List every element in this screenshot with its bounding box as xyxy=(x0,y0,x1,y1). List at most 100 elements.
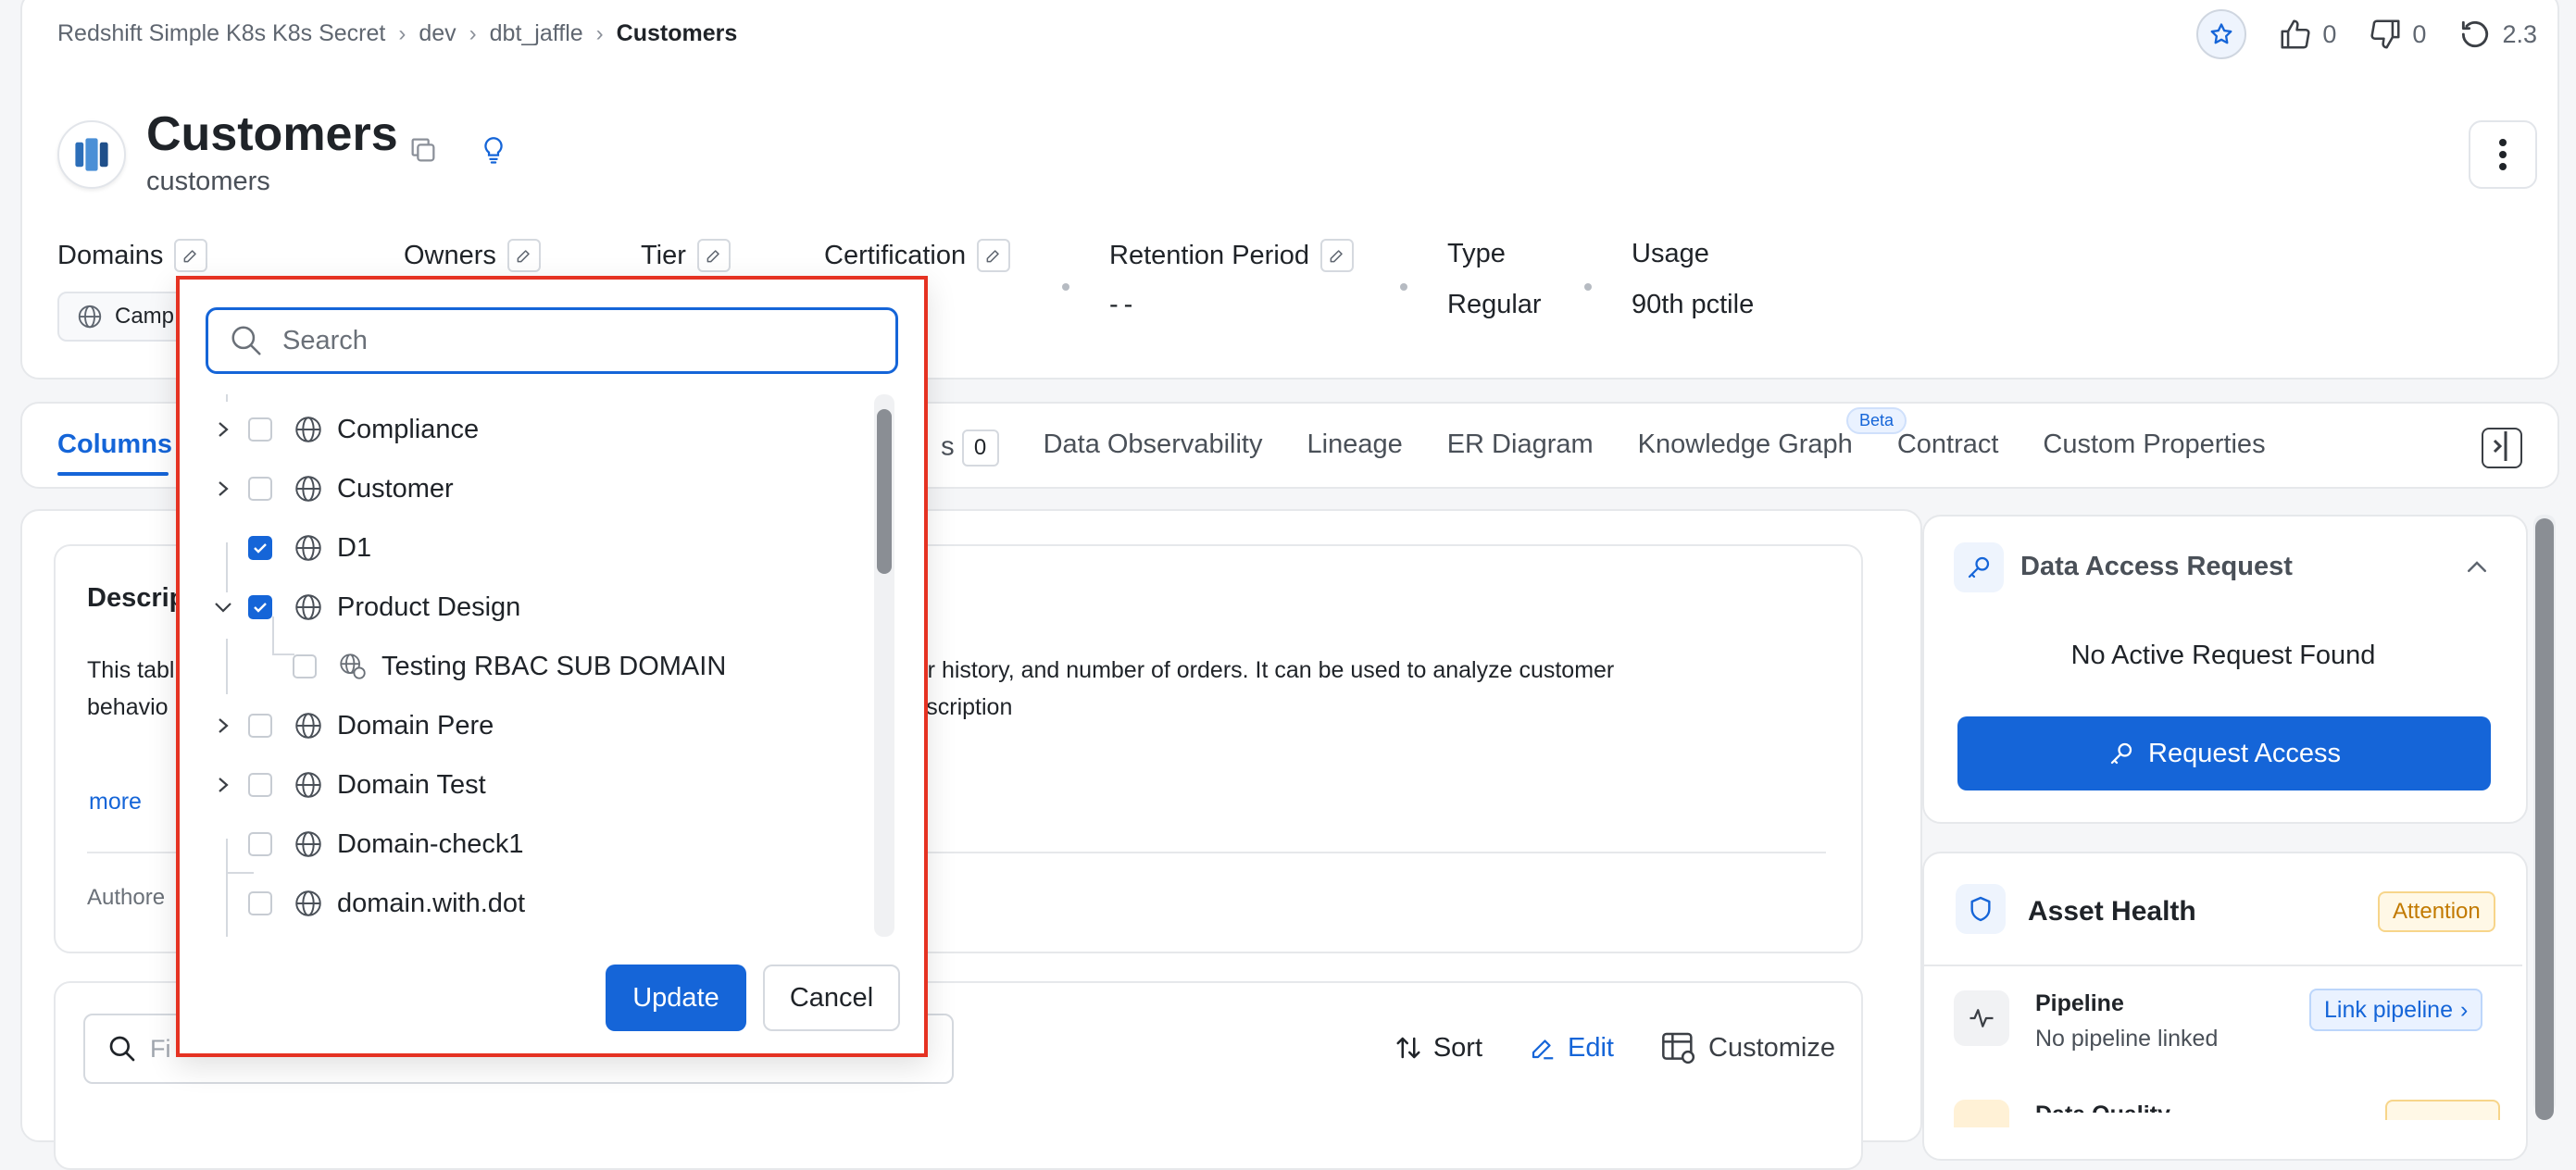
domain-option-testing-rbac-sub-domain[interactable]: Testing RBAC SUB DOMAIN xyxy=(293,641,726,692)
page-scrollbar-thumb[interactable] xyxy=(2535,518,2554,1120)
lightbulb-icon[interactable] xyxy=(478,134,509,166)
domain-option-d1[interactable]: D1 xyxy=(211,522,371,574)
tab-er-diagram[interactable]: ER Diagram xyxy=(1447,429,1594,467)
domain-search-field[interactable] xyxy=(206,307,898,374)
active-tab-indicator xyxy=(57,472,169,476)
domain-checkbox[interactable] xyxy=(248,477,272,501)
description-more-link[interactable]: more xyxy=(89,789,142,815)
domain-option-product-design[interactable]: Product Design xyxy=(211,581,520,633)
tab-data-observability[interactable]: Data Observability xyxy=(1044,429,1263,467)
globe-icon xyxy=(295,417,321,442)
tab-hidden[interactable]: s0 xyxy=(941,429,999,467)
tab-knowledge-graph[interactable]: Knowledge Graph xyxy=(1638,429,1853,467)
domain-option-label: Product Design xyxy=(337,591,521,622)
domain-chip[interactable]: Camp xyxy=(57,292,194,342)
globe-icon xyxy=(295,476,321,502)
chevron-right-icon[interactable] xyxy=(211,775,235,795)
copy-icon[interactable] xyxy=(407,134,439,166)
link-pipeline-label: Link pipeline xyxy=(2324,996,2453,1023)
version-button[interactable]: 2.3 xyxy=(2457,17,2537,52)
type-value: Regular xyxy=(1447,290,1542,319)
follow-button[interactable] xyxy=(2196,9,2247,59)
breadcrumb: Redshift Simple K8s K8s Secret › dev › d… xyxy=(57,20,737,47)
globe-icon xyxy=(295,831,321,857)
domain-chip-label: Camp xyxy=(115,304,175,329)
edit-owners-button[interactable] xyxy=(506,239,541,272)
version-number: 2.3 xyxy=(2502,19,2537,48)
domain-checkbox[interactable] xyxy=(248,714,272,738)
chevron-right-icon[interactable] xyxy=(211,716,235,736)
chevron-right-icon[interactable] xyxy=(211,419,235,440)
tab-columns[interactable]: Columns xyxy=(57,429,172,467)
no-request-message: No Active Request Found xyxy=(2070,641,2376,670)
like-button[interactable]: 0 xyxy=(2278,17,2336,52)
link-pipeline-button[interactable]: Link pipeline › xyxy=(2309,989,2483,1031)
breadcrumb-schema[interactable]: dbt_jaffle xyxy=(490,20,583,47)
domain-checkbox[interactable] xyxy=(248,832,272,856)
chevron-down-icon[interactable] xyxy=(211,599,235,616)
tree-guide xyxy=(226,394,228,402)
breadcrumb-service[interactable]: Redshift Simple K8s K8s Secret xyxy=(57,20,385,47)
table-actions: Sort Edit Customize xyxy=(1394,1029,1835,1066)
asset-health-title: Asset Health xyxy=(2028,896,2196,927)
meta-separator xyxy=(1584,283,1592,291)
pencil-icon xyxy=(1330,250,1343,263)
sort-label: Sort xyxy=(1432,1032,1483,1063)
dropdown-scrollbar-thumb[interactable] xyxy=(877,409,892,574)
domain-select-dropdown: Compliance Customer D1 Product Design Te… xyxy=(176,276,928,1057)
pencil-icon xyxy=(707,250,719,263)
domain-option-compliance[interactable]: Compliance xyxy=(211,404,479,455)
edit-retention-button[interactable] xyxy=(1320,239,1355,272)
data-quality-icon xyxy=(1954,1100,2009,1127)
domain-checkbox[interactable] xyxy=(248,773,272,797)
redshift-table-icon xyxy=(57,120,126,189)
edit-button[interactable]: Edit xyxy=(1529,1029,1614,1066)
domain-checkbox[interactable] xyxy=(248,891,272,915)
panel-toggle-button[interactable] xyxy=(2482,428,2522,468)
globe-icon xyxy=(295,890,321,916)
sort-button[interactable]: Sort xyxy=(1394,1029,1482,1066)
request-access-button[interactable]: Request Access xyxy=(1957,716,2491,790)
domain-checkbox[interactable] xyxy=(293,654,317,678)
usage-value: 90th pctile xyxy=(1632,290,1755,319)
domain-option-label: Domain-check1 xyxy=(337,828,524,859)
edit-certification-button[interactable] xyxy=(977,239,1011,272)
tab-lineage[interactable]: Lineage xyxy=(1307,429,1403,467)
chevron-up-icon[interactable] xyxy=(2463,554,2491,581)
domain-option-label: D1 xyxy=(337,532,372,563)
domain-option-domain-test[interactable]: Domain Test xyxy=(211,759,486,811)
breadcrumb-database[interactable]: dev xyxy=(419,20,456,47)
edit-domains-button[interactable] xyxy=(174,239,208,272)
tab-contract[interactable]: Contract xyxy=(1897,429,1999,467)
update-button[interactable]: Update xyxy=(606,965,746,1031)
domain-option-label: Domain Test xyxy=(337,769,486,800)
pipeline-subtitle: No pipeline linked xyxy=(2035,1026,2219,1052)
domain-search-input[interactable] xyxy=(281,324,840,357)
activity-icon xyxy=(1954,990,2009,1046)
history-icon xyxy=(2462,20,2489,48)
dislike-button[interactable]: 0 xyxy=(2368,17,2426,52)
domain-checkbox[interactable] xyxy=(248,417,272,442)
domain-checkbox-checked[interactable] xyxy=(248,595,272,619)
type-label: Type xyxy=(1447,239,1506,268)
domain-option-domain-with-dot[interactable]: domain.with.dot xyxy=(211,878,525,929)
thumbs-down-icon xyxy=(2370,19,2400,49)
cancel-button[interactable]: Cancel xyxy=(763,965,900,1031)
chevron-right-icon: › xyxy=(595,20,604,46)
tree-guide xyxy=(272,653,294,655)
more-options-button[interactable] xyxy=(2469,120,2537,189)
globe-icon xyxy=(295,594,321,620)
chevron-right-icon[interactable] xyxy=(211,479,235,499)
domain-option-domain-check1[interactable]: Domain-check1 xyxy=(211,818,523,870)
beta-badge: Beta xyxy=(1846,407,1907,434)
domain-option-domain-pere[interactable]: Domain Pere xyxy=(211,700,494,752)
customize-button[interactable]: Customize xyxy=(1660,1029,1835,1066)
data-access-title: Data Access Request xyxy=(2020,552,2293,581)
edit-tier-button[interactable] xyxy=(696,239,731,272)
tab-custom-properties[interactable]: Custom Properties xyxy=(2043,429,2265,467)
entity-actions: 0 0 2.3 xyxy=(2196,9,2537,59)
data-quality-badge xyxy=(2385,1100,2500,1120)
domain-checkbox-checked[interactable] xyxy=(248,536,272,560)
domain-option-customer[interactable]: Customer xyxy=(211,463,454,515)
tier-field: Tier xyxy=(641,239,731,272)
